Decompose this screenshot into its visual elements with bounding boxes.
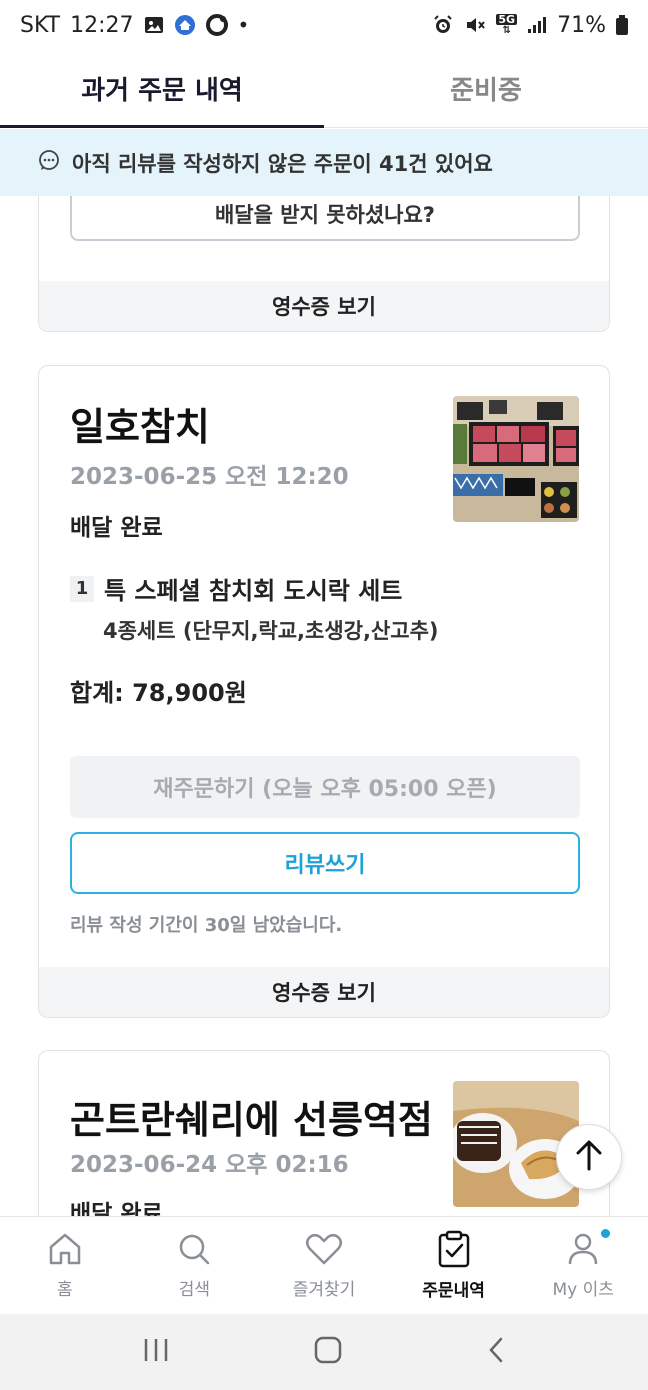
bottom-navigation: 홈 검색 즐겨찾기 주문내역 My 이츠 [0, 1216, 648, 1314]
signal-icon [527, 16, 547, 34]
write-review-label: 리뷰쓰기 [284, 853, 366, 878]
person-icon [565, 1231, 601, 1271]
review-reminder-banner[interactable]: 아직 리뷰를 작성하지 않은 주문이 41건 있어요 [0, 129, 648, 196]
nav-orders-label: 주문내역 [422, 1281, 485, 1301]
carrier-label: SKT [20, 12, 61, 38]
receipt-label: 영수증 보기 [272, 295, 376, 319]
battery-icon [616, 15, 628, 35]
new-badge-dot [600, 1229, 610, 1238]
order-status: 배달 완료 [70, 1201, 163, 1216]
receipt-button[interactable]: 영수증 보기 [39, 281, 609, 331]
home-button-icon[interactable] [314, 1336, 342, 1368]
alarm-icon [432, 14, 454, 36]
item-option: 4종세트 (단무지,락교,초생강,산고추) [103, 619, 439, 643]
tab-preparing[interactable]: 준비중 [324, 50, 648, 127]
back-icon[interactable] [486, 1336, 506, 1368]
gallery-icon [144, 15, 164, 35]
scroll-to-top-button[interactable] [556, 1124, 622, 1190]
order-list[interactable]: 배달을 받지 못하셨나요? 영수증 보기 일호참치 2023-06-25 오전 … [0, 196, 648, 1216]
store-name[interactable]: 일호참치 [70, 396, 210, 451]
tab-past-orders[interactable]: 과거 주문 내역 [0, 50, 324, 128]
clipboard-check-icon [437, 1230, 471, 1272]
heart-icon [305, 1231, 343, 1271]
reorder-label: 재주문하기 (오늘 오후 05:00 오픈) [153, 777, 497, 802]
more-notifications-dot: • [237, 13, 250, 37]
nav-home[interactable]: 홈 [0, 1217, 130, 1314]
receipt-button[interactable]: 영수증 보기 [39, 967, 609, 1017]
food-thumbnail[interactable] [453, 396, 579, 522]
tab-past-orders-label: 과거 주문 내역 [81, 76, 243, 106]
not-delivered-button[interactable]: 배달을 받지 못하셨나요? [70, 196, 580, 241]
network-5g-label: 5G [496, 13, 518, 26]
banner-text: 아직 리뷰를 작성하지 않은 주문이 41건 있어요 [72, 151, 493, 176]
order-total: 합계: 78,900원 [70, 679, 247, 707]
chat-bubble-icon [38, 149, 60, 176]
order-date: 2023-06-24 오후 02:16 [70, 1152, 349, 1178]
nav-orders[interactable]: 주문내역 [389, 1217, 519, 1314]
home-icon [47, 1231, 83, 1271]
arrow-up-icon [575, 1139, 603, 1175]
store-name[interactable]: 곤트란쉐리에 선릉역점 [70, 1089, 433, 1144]
nav-my-eats-label: My 이츠 [552, 1280, 614, 1300]
system-navigation-bar [0, 1314, 648, 1390]
nav-favorites-label: 즐겨찾기 [292, 1280, 356, 1300]
network-5g-icon: 5G ⇅ [496, 13, 518, 36]
reorder-button[interactable]: 재주문하기 (오늘 오후 05:00 오픈) [70, 756, 580, 818]
order-date: 2023-06-25 오전 12:20 [70, 464, 349, 490]
nav-favorites[interactable]: 즐겨찾기 [259, 1217, 389, 1314]
camera-app-icon [205, 14, 228, 36]
clock: 12:27 [70, 12, 134, 38]
recent-apps-icon[interactable] [142, 1337, 170, 1367]
order-card: 배달을 받지 못하셨나요? 영수증 보기 [38, 196, 610, 332]
mute-icon [464, 14, 486, 36]
battery-percent: 71% [557, 12, 606, 38]
order-item: 1 특 스페셜 참치회 도시락 세트 [70, 571, 402, 606]
order-card: 일호참치 2023-06-25 오전 12:20 배달 완료 1 특 스페셜 참… [38, 365, 610, 1018]
home-app-icon [174, 14, 196, 36]
item-quantity: 1 [70, 575, 94, 602]
order-tabs: 과거 주문 내역 준비중 [0, 50, 648, 128]
nav-search-label: 검색 [178, 1280, 211, 1300]
item-name: 특 스페셜 참치회 도시락 세트 [104, 577, 403, 605]
not-delivered-label: 배달을 받지 못하셨나요? [214, 203, 435, 227]
order-card: 곤트란쉐리에 선릉역점 2023-06-24 오후 02:16 배달 완료 [38, 1050, 610, 1216]
order-status: 배달 완료 [70, 515, 163, 541]
review-deadline-note: 리뷰 작성 기간이 30일 남았습니다. [70, 915, 343, 936]
receipt-label: 영수증 보기 [272, 981, 376, 1005]
tab-preparing-label: 준비중 [450, 76, 522, 106]
nav-my-eats[interactable]: My 이츠 [518, 1217, 648, 1314]
write-review-button[interactable]: 리뷰쓰기 [70, 832, 580, 894]
nav-search[interactable]: 검색 [130, 1217, 260, 1314]
search-icon [176, 1231, 212, 1271]
status-bar: SKT 12:27 • 5G ⇅ 71% [0, 0, 648, 50]
nav-home-label: 홈 [56, 1280, 73, 1300]
